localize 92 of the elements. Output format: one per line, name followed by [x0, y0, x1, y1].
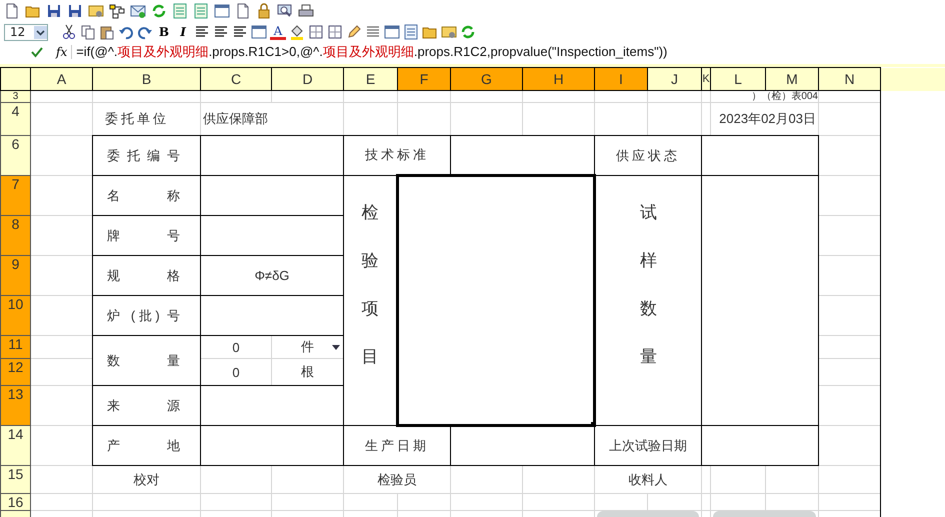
field-label: 生产日期: [365, 438, 429, 453]
row-header[interactable]: 4: [0, 102, 30, 136]
row-header[interactable]: 8: [0, 216, 30, 256]
printer-icon[interactable]: [298, 3, 314, 19]
row-header[interactable]: 12: [0, 358, 30, 386]
row-header[interactable]: 7: [0, 176, 30, 216]
column-header[interactable]: G: [450, 68, 522, 90]
row-header[interactable]: 14: [0, 426, 30, 466]
refresh-icon[interactable]: [151, 3, 167, 19]
font-size-select[interactable]: 12: [4, 24, 48, 40]
floppy-icon[interactable]: [67, 3, 83, 19]
align-icon[interactable]: [213, 24, 229, 40]
row-header[interactable]: 3: [0, 90, 30, 102]
bucket-icon[interactable]: [289, 24, 305, 40]
italic-button[interactable]: I: [175, 25, 191, 39]
monitor-icon[interactable]: [277, 3, 293, 19]
align-icon[interactable]: [194, 24, 210, 40]
field-value: Φ≠δG: [254, 268, 290, 283]
unit-text: 根: [300, 364, 315, 379]
field-label: 供应状态: [616, 148, 680, 162]
column-header[interactable]: N: [818, 68, 880, 90]
column-header[interactable]: D: [272, 68, 344, 90]
row-header[interactable]: 16: [0, 494, 30, 510]
window-icon[interactable]: [384, 24, 400, 40]
bold-button[interactable]: B: [156, 25, 172, 39]
copy-icon[interactable]: [80, 24, 96, 40]
column-header[interactable]: H: [522, 68, 594, 90]
check-icon[interactable]: [30, 45, 44, 59]
signature-label: 校对: [134, 472, 160, 486]
column-header[interactable]: L: [710, 68, 766, 90]
grid-icon[interactable]: [308, 24, 324, 40]
page-icon[interactable]: [235, 3, 251, 19]
refresh-icon[interactable]: [460, 24, 476, 40]
floppy-icon[interactable]: [46, 3, 62, 19]
row-header[interactable]: 15: [0, 466, 30, 494]
field-label: 委托编号: [106, 146, 181, 164]
column-header[interactable]: I: [594, 68, 648, 90]
date-text: 2023年02月03日: [718, 111, 817, 126]
grid-icon[interactable]: [327, 24, 343, 40]
column-header[interactable]: E: [344, 68, 398, 90]
list-icon[interactable]: [403, 24, 419, 40]
section-label: 试样数量: [640, 202, 657, 368]
field-label: 技术标准: [365, 147, 429, 162]
row-header[interactable]: 13: [0, 386, 30, 426]
signature-label: 收料人: [628, 472, 668, 486]
field-label: 来源: [106, 396, 181, 414]
column-header[interactable]: B: [92, 68, 200, 90]
column-header[interactable]: F: [398, 68, 450, 90]
nodes-icon[interactable]: [109, 3, 125, 19]
function-label[interactable]: fx: [52, 45, 72, 59]
column-header[interactable]: C: [200, 68, 272, 90]
field-label: 产地: [106, 436, 181, 454]
redo-icon[interactable]: [137, 24, 153, 40]
field-label: 规格: [106, 266, 181, 284]
row-header[interactable]: 10: [0, 296, 30, 336]
row-header[interactable]: 11: [0, 336, 30, 358]
quantity-value: 0: [231, 340, 241, 354]
form-number: ）（检）表004: [751, 91, 818, 102]
field-label: 炉 (批) 号: [106, 306, 181, 324]
window-icon[interactable]: [251, 24, 267, 40]
window-icon[interactable]: [214, 3, 230, 19]
row-header[interactable]: 6: [0, 136, 30, 176]
signature-label: 检验员: [378, 472, 416, 486]
card-icon[interactable]: [441, 24, 457, 40]
list-icon[interactable]: [193, 3, 209, 19]
field-value: 供应保障部: [202, 111, 269, 126]
lock-icon[interactable]: [256, 3, 272, 19]
pencil-icon[interactable]: [346, 24, 362, 40]
column-header[interactable]: A: [30, 68, 92, 90]
list-icon[interactable]: [172, 3, 188, 19]
scissors-icon[interactable]: [61, 24, 77, 40]
dropdown-icon: [34, 26, 47, 38]
align-icon[interactable]: [232, 24, 248, 40]
quantity-value: 0: [231, 364, 241, 380]
column-header[interactable]: J: [648, 68, 702, 90]
section-label: 检验项目: [362, 202, 378, 368]
page-icon[interactable]: [4, 3, 20, 19]
field-label: 数量: [106, 352, 181, 370]
clipboard-icon[interactable]: [99, 24, 115, 40]
column-header[interactable]: M: [766, 68, 818, 90]
undo-icon[interactable]: [118, 24, 134, 40]
field-label: 上次试验日期: [609, 438, 687, 452]
formula-field[interactable]: =if(@^.项目及外观明细.props.R1C1>0,@^.项目及外观明细.props.R1C2,propvalue("Inspection_items")): [76, 43, 668, 61]
card-icon[interactable]: [88, 3, 104, 19]
field-label: 名称: [106, 186, 181, 204]
field-label: 牌号: [106, 226, 181, 244]
envelope-icon[interactable]: [130, 3, 146, 19]
row-header[interactable]: 9: [0, 256, 30, 296]
field-label: 委托单位: [104, 111, 169, 126]
dropdown-icon[interactable]: [332, 345, 340, 350]
unit-text: 件: [300, 339, 315, 354]
font-color-button[interactable]: A: [270, 24, 286, 40]
